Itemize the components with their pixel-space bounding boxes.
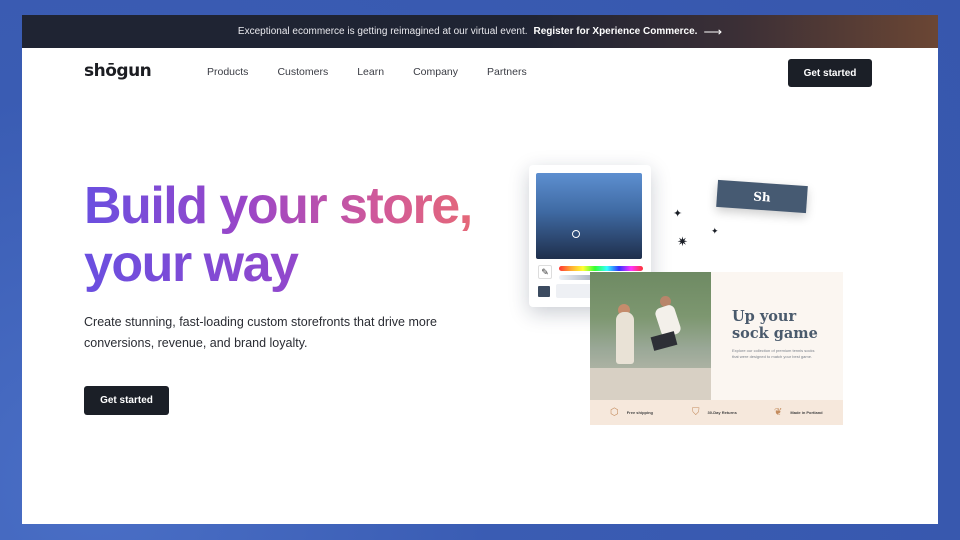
font-preview-text: Sh <box>752 188 772 205</box>
nav-item-company[interactable]: Company <box>413 66 458 78</box>
leaf-icon: ❦ <box>774 407 783 418</box>
nav-get-started-button[interactable]: Get started <box>788 59 872 87</box>
feature-strip: ⬡ Free shipping ⛉ 30-Day Returns ❦ Made … <box>590 400 843 425</box>
nav-item-learn[interactable]: Learn <box>357 66 384 78</box>
hero-title: Build your store, your way <box>84 177 544 293</box>
color-selector-knob[interactable] <box>572 230 580 238</box>
player-skirt <box>650 331 678 351</box>
nav-item-partners[interactable]: Partners <box>487 66 527 78</box>
hero-subtitle: Create stunning, fast-loading custom sto… <box>84 315 437 350</box>
shield-check-icon: ⛉ <box>692 407 700 418</box>
product-headline-line2: sock game <box>732 325 818 342</box>
hue-slider[interactable] <box>559 266 643 271</box>
arrow-right-icon[interactable]: ⟶ <box>703 24 722 40</box>
eyedropper-icon[interactable]: ✎ <box>538 265 552 279</box>
hero-get-started-button[interactable]: Get started <box>84 386 169 415</box>
box-icon: ⬡ <box>610 407 619 418</box>
announcement-banner[interactable]: Exceptional ecommerce is getting reimagi… <box>22 15 938 48</box>
product-headline: Up your sock game <box>732 308 832 342</box>
product-body-text: Explore our collection of premium tennis… <box>732 348 815 359</box>
product-headline-line1: Up your <box>732 308 797 325</box>
feature-item: ⬡ Free shipping <box>610 407 672 418</box>
color-swatch <box>538 286 550 297</box>
court-background <box>590 368 711 400</box>
top-navigation: shōgun Products Customers Learn Company … <box>22 48 938 98</box>
color-field[interactable] <box>536 173 642 259</box>
feature-item: ⛉ 30-Day Returns <box>692 407 754 418</box>
product-card-preview: Up your sock game Explore our collection… <box>590 272 843 425</box>
nav-links: Products Customers Learn Company Partner… <box>207 66 556 78</box>
browser-frame: Exceptional ecommerce is getting reimagi… <box>22 15 938 524</box>
nav-item-products[interactable]: Products <box>207 66 248 78</box>
nav-item-customers[interactable]: Customers <box>277 66 328 78</box>
feature-label: Made in Portland <box>790 410 823 415</box>
tennis-players-image <box>590 272 711 400</box>
feature-label: Free shipping <box>626 410 653 415</box>
banner-register-link[interactable]: Register for Xperience Commerce. <box>534 26 698 37</box>
font-preview-tag: Sh <box>716 179 808 214</box>
player-figure <box>616 312 634 364</box>
shogun-logo[interactable]: shōgun <box>84 61 152 81</box>
sparkle-icon: ✦ <box>711 226 719 236</box>
hero-title-line1: Build your store, <box>84 177 544 235</box>
feature-item: ❦ Made in Portland <box>774 407 836 418</box>
banner-message: Exceptional ecommerce is getting reimagi… <box>237 26 528 37</box>
sparkle-icon: ✦ <box>673 208 683 220</box>
hero-title-line2: your way <box>84 235 544 293</box>
feature-label: 30-Day Returns <box>707 410 737 415</box>
sparkle-icon: ✷ <box>677 234 688 249</box>
